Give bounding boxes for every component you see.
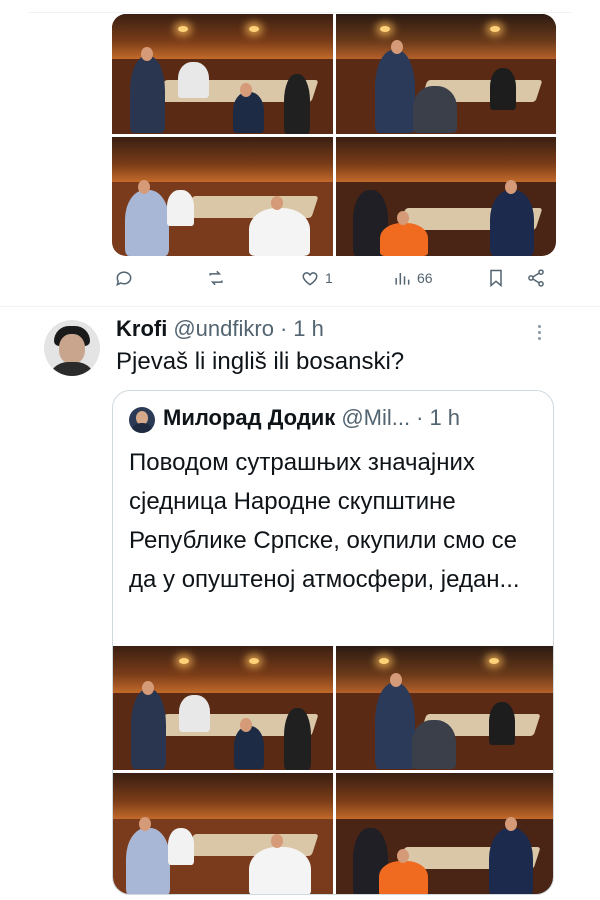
media-photo-2[interactable] (335, 14, 556, 134)
tweet-header: Krofi @undfikro · 1 h (116, 316, 324, 342)
quoted-header: Милорад Додик @Mil... · 1 h (163, 405, 460, 431)
quoted-avatar[interactable] (129, 407, 155, 433)
quoted-media-grid[interactable] (113, 646, 553, 894)
author-name[interactable]: Krofi (116, 316, 167, 342)
like-button[interactable]: 1 (300, 268, 333, 288)
reply-button[interactable] (114, 268, 139, 288)
views-count: 66 (417, 270, 433, 286)
media-photo-4[interactable] (335, 136, 556, 256)
quoted-time: 1 h (429, 405, 461, 430)
bookmark-button[interactable] (486, 268, 506, 288)
quoted-tweet[interactable]: Милорад Додик @Mil... · 1 h Поводом сутр… (112, 390, 554, 895)
views-icon (395, 273, 410, 285)
media-photo-3[interactable] (112, 136, 333, 256)
like-count: 1 (325, 270, 333, 286)
author-handle[interactable]: @undfikro (173, 316, 274, 342)
tweet-text: Pjevaš li ingliš ili bosanski? (116, 348, 405, 375)
media-photo-1[interactable] (112, 14, 333, 134)
repost-icon (209, 270, 223, 286)
reply-icon (116, 271, 132, 287)
views-button[interactable]: 66 (392, 268, 433, 288)
tweet-time[interactable]: 1 h (293, 316, 324, 342)
bookmark-icon (490, 269, 502, 288)
media-photo-3[interactable] (113, 772, 333, 894)
divider (0, 306, 600, 307)
media-photo-1[interactable] (113, 646, 333, 770)
quoted-text: Поводом сутрашњих значајних сједница Нар… (129, 449, 520, 593)
dot-separator: · (416, 405, 424, 430)
more-icon[interactable] (538, 322, 541, 343)
media-photo-2[interactable] (335, 646, 553, 770)
tweet-actions: 1 66 (112, 268, 552, 292)
share-button[interactable] (526, 268, 546, 288)
quoted-author-name: Милорад Додик (163, 405, 336, 430)
avatar[interactable] (44, 320, 100, 376)
media-grid-top[interactable] (112, 14, 556, 256)
dot-separator: · (279, 316, 288, 341)
like-icon (302, 272, 318, 286)
repost-button[interactable] (206, 268, 231, 288)
media-photo-4[interactable] (335, 772, 553, 894)
quoted-handle: @Mil... (341, 405, 411, 430)
share-icon (528, 269, 544, 287)
divider (28, 12, 572, 13)
